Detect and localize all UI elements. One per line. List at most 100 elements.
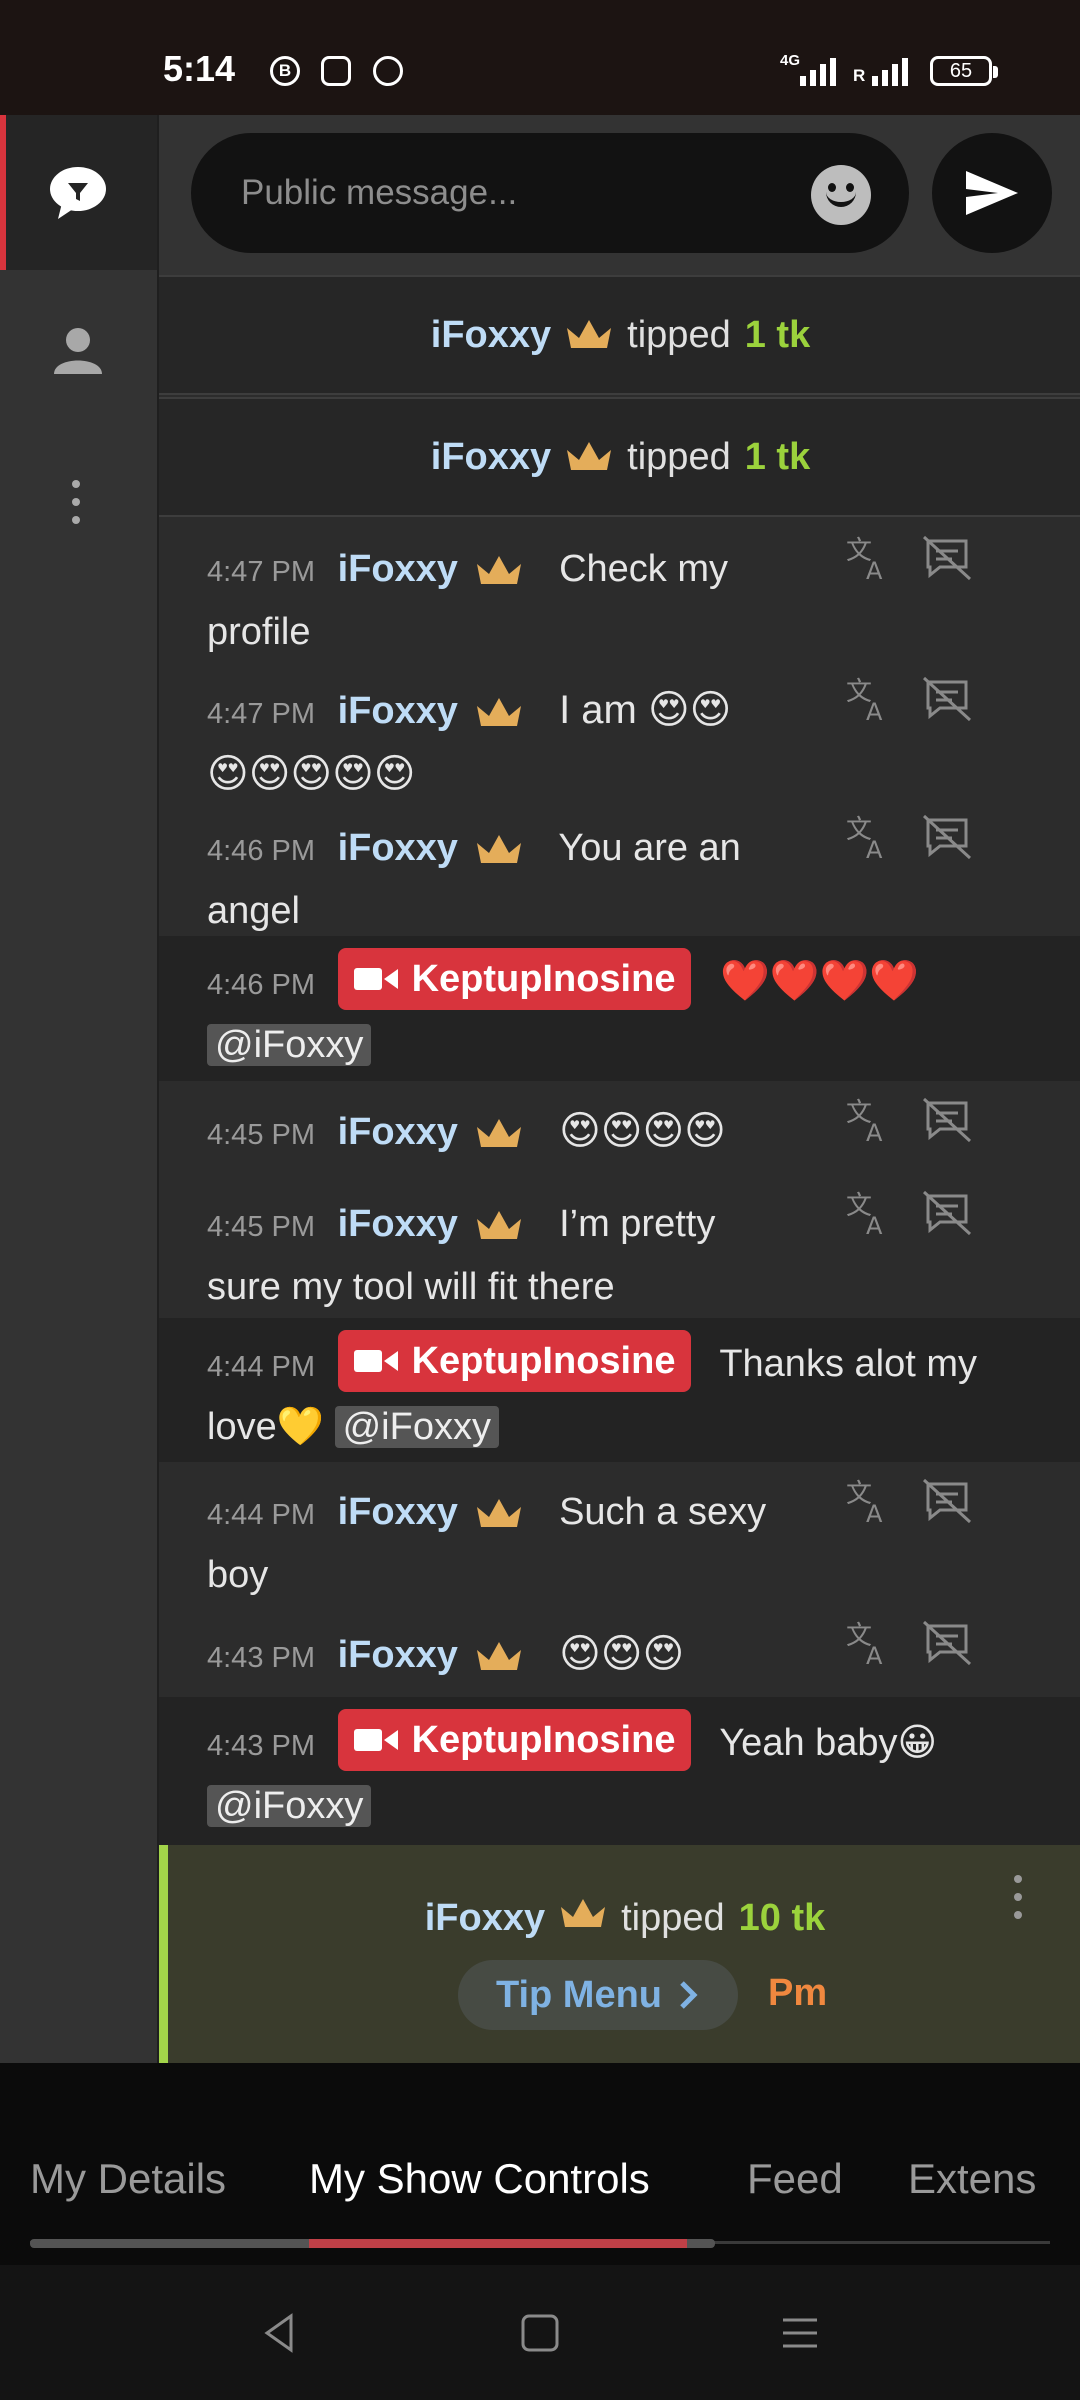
mention[interactable]: @iFoxxy: [207, 1785, 372, 1827]
message-text-cont: 😍😍😍😍😍: [207, 752, 416, 796]
message-text: Yeah baby😀: [719, 1722, 938, 1764]
message-text-cont: angel: [207, 890, 300, 932]
svg-text:A: A: [866, 1119, 883, 1145]
mention[interactable]: @iFoxxy: [207, 1024, 372, 1066]
translate-icon[interactable]: 文A: [844, 1476, 894, 1526]
b-app-icon: B: [270, 56, 300, 86]
translate-icon[interactable]: 文A: [844, 812, 894, 862]
crown-icon: [476, 1210, 521, 1239]
rail-chat-tab[interactable]: [0, 115, 157, 270]
svg-text:A: A: [866, 698, 883, 724]
translate-icon[interactable]: 文A: [844, 533, 894, 583]
more-options-icon[interactable]: [1014, 1875, 1022, 1919]
pm-link[interactable]: Pm: [768, 1972, 827, 2015]
message-username[interactable]: iFoxxy: [338, 1111, 458, 1153]
broadcaster-badge[interactable]: KeptupInosine: [337, 948, 692, 1010]
send-icon: [966, 171, 1018, 215]
translate-icon[interactable]: 文A: [844, 1095, 894, 1145]
mention[interactable]: @iFoxxy: [334, 1406, 499, 1448]
translate-icon[interactable]: 文A: [844, 1188, 894, 1238]
broadcaster-username: KeptupInosine: [411, 1719, 676, 1761]
tip-amount: 1 tk: [744, 313, 811, 356]
message-username[interactable]: iFoxxy: [338, 1491, 458, 1533]
crown-icon: [561, 1899, 606, 1927]
system-nav-bar: [0, 2265, 1080, 2400]
chat-panel: iFoxxy tipped 1 tk iFoxxy tipped 1 tk 4:…: [157, 115, 1080, 2063]
message-time: 4:43 PM: [207, 1730, 315, 1762]
message-text: ❤️❤️❤️❤️: [720, 959, 920, 1003]
svg-text:A: A: [866, 1212, 883, 1238]
broadcaster-username: KeptupInosine: [411, 958, 676, 1000]
mute-chat-icon[interactable]: [922, 1476, 972, 1526]
tip-menu-label: Tip Menu: [495, 1973, 663, 2016]
message-text: Check my: [559, 548, 728, 590]
more-options-icon[interactable]: [72, 480, 80, 524]
message-username[interactable]: iFoxxy: [338, 690, 458, 732]
recents-icon[interactable]: [779, 2312, 821, 2354]
message-text: 😍😍😍: [559, 1632, 685, 1676]
mute-chat-icon[interactable]: [922, 1188, 972, 1238]
crown-icon: [567, 320, 612, 348]
message-tools: 文A: [844, 1188, 972, 1238]
mute-chat-icon[interactable]: [922, 674, 972, 724]
emoji-icon[interactable]: [811, 165, 871, 225]
tab-my-show-controls[interactable]: My Show Controls: [309, 2155, 650, 2203]
message-time: 4:44 PM: [207, 1499, 315, 1531]
tip-amount: 10 tk: [738, 1897, 826, 1939]
message-tools: 文A: [844, 1476, 972, 1526]
tab-my-details[interactable]: My Details: [30, 2155, 226, 2203]
crown-icon: [476, 555, 521, 584]
tip-username[interactable]: iFoxxy: [431, 314, 551, 357]
send-button[interactable]: [932, 133, 1052, 253]
tab-feed[interactable]: Feed: [747, 2155, 843, 2203]
chevron-right-icon: [680, 1981, 698, 2009]
chat-message: 4:44 PM KeptupInosine Thanks alot my lov…: [159, 1318, 1080, 1462]
mute-chat-icon[interactable]: [922, 1618, 972, 1668]
tab-extensions[interactable]: Extens: [908, 2155, 1036, 2203]
message-username[interactable]: iFoxxy: [338, 827, 458, 869]
status-bar: 5:14 B 4G R 65: [0, 0, 1080, 115]
message-text: Thanks alot my: [719, 1343, 977, 1385]
broadcaster-badge[interactable]: KeptupInosine: [337, 1330, 692, 1392]
svg-text:A: A: [866, 1500, 883, 1526]
message-text: I am 😍😍: [559, 688, 732, 732]
composer: [159, 115, 1080, 275]
home-icon[interactable]: [519, 2312, 561, 2354]
message-tools: 文A: [844, 533, 972, 583]
message-time: 4:44 PM: [207, 1351, 315, 1383]
svg-text:A: A: [866, 557, 883, 583]
latest-tip-card: iFoxxy tipped 10 tk Tip Menu Pm: [159, 1845, 1080, 2063]
roaming-indicator: R: [853, 66, 866, 85]
mute-chat-icon[interactable]: [922, 533, 972, 583]
crown-icon: [476, 1641, 521, 1670]
message-tools: 文A: [844, 1095, 972, 1145]
chat-message: 4:43 PM iFoxxy 😍😍😍 文A: [159, 1604, 1080, 1697]
translate-icon[interactable]: 文A: [844, 1618, 894, 1668]
message-username[interactable]: iFoxxy: [338, 1634, 458, 1676]
crown-icon: [476, 1118, 521, 1147]
public-message-input[interactable]: [191, 133, 909, 253]
message-text-cont: boy: [207, 1554, 269, 1596]
tip-notice: iFoxxy tipped 1 tk: [159, 397, 1080, 517]
message-username[interactable]: iFoxxy: [338, 548, 458, 590]
mute-chat-icon[interactable]: [922, 812, 972, 862]
tip-username[interactable]: iFoxxy: [431, 436, 551, 479]
tip-menu-button[interactable]: Tip Menu: [458, 1960, 738, 2030]
chat-message: 4:44 PM iFoxxy Such a sexy boy 文A: [159, 1462, 1080, 1604]
tip-username[interactable]: iFoxxy: [425, 1897, 545, 1940]
left-rail: [0, 115, 157, 2063]
user-icon[interactable]: [48, 320, 108, 380]
instagram-icon: [321, 56, 351, 86]
mute-chat-icon[interactable]: [922, 1095, 972, 1145]
chat-message: 4:46 PM KeptupInosine ❤️❤️❤️❤️ @iFoxxy: [159, 936, 1080, 1081]
message-tools: 文A: [844, 674, 972, 724]
tip-amount: 1 tk: [744, 435, 811, 478]
back-icon[interactable]: [259, 2312, 301, 2354]
message-username[interactable]: iFoxxy: [338, 1203, 458, 1245]
translate-icon[interactable]: 文A: [844, 674, 894, 724]
crown-icon: [476, 697, 521, 726]
broadcaster-badge[interactable]: KeptupInosine: [337, 1709, 692, 1771]
crown-icon: [567, 442, 612, 470]
message-text-cont: profile: [207, 611, 311, 653]
message-text: You are an: [558, 827, 741, 869]
